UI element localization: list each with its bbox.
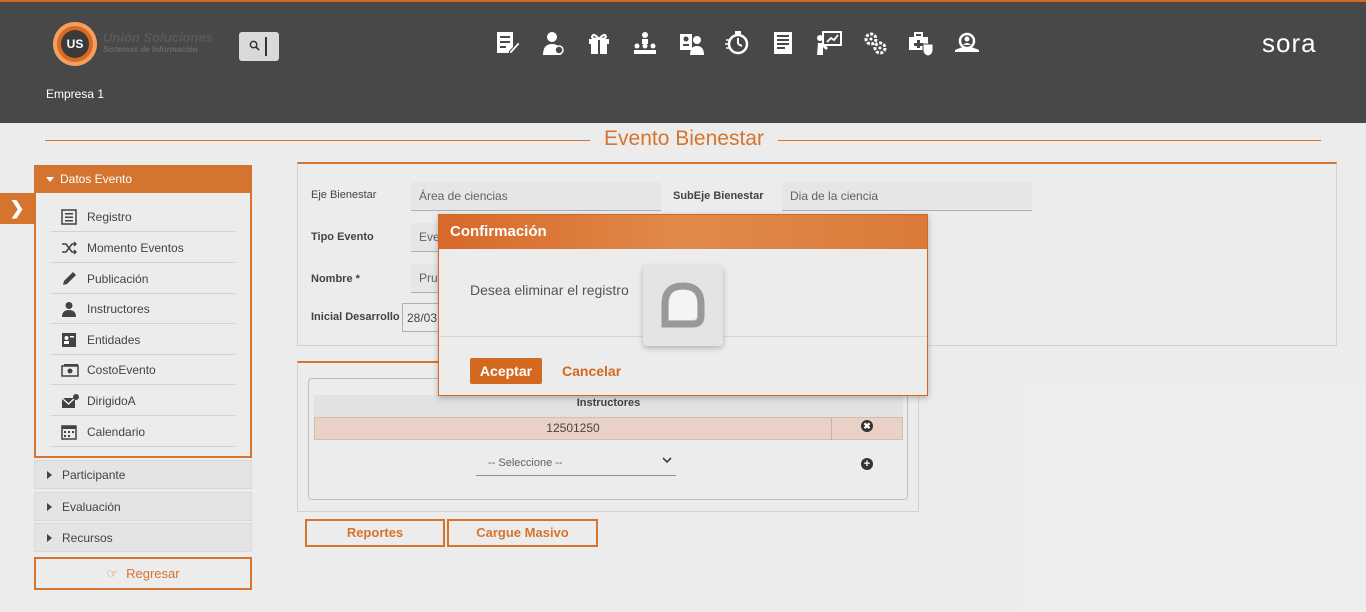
stopwatch-icon[interactable]	[724, 30, 750, 56]
gears-icon[interactable]	[862, 30, 888, 56]
brand-subtitle: Sistemas de Información	[103, 45, 198, 54]
person-icon[interactable]	[540, 30, 566, 56]
logo-initials: US	[61, 30, 89, 58]
brand-name: Unión Soluciones	[103, 30, 213, 45]
search-button[interactable]	[239, 32, 279, 61]
search-user-icon[interactable]	[954, 30, 980, 56]
user-card-icon[interactable]	[678, 30, 704, 56]
edit-doc-icon[interactable]	[494, 30, 521, 56]
document-list-icon[interactable]	[770, 30, 796, 56]
sora-logo: sora	[1262, 28, 1317, 58]
search-icon	[249, 40, 260, 54]
dialog-message: Desea eliminar el registro	[470, 282, 629, 298]
loading-spinner-icon	[643, 266, 723, 346]
org-chart-icon[interactable]	[632, 30, 658, 56]
company-name: Empresa 1	[46, 87, 105, 101]
accept-button[interactable]: Aceptar	[470, 358, 542, 384]
brand-text: Unión Soluciones Sistemas de Información	[103, 30, 213, 56]
gift-icon[interactable]	[586, 30, 612, 56]
cancel-button[interactable]: Cancelar	[562, 363, 621, 379]
dialog-title: Confirmación	[450, 223, 547, 240]
top-header	[0, 0, 1366, 123]
search-divider	[265, 37, 267, 56]
medical-kit-icon[interactable]	[908, 30, 934, 57]
presentation-icon[interactable]	[816, 30, 842, 56]
